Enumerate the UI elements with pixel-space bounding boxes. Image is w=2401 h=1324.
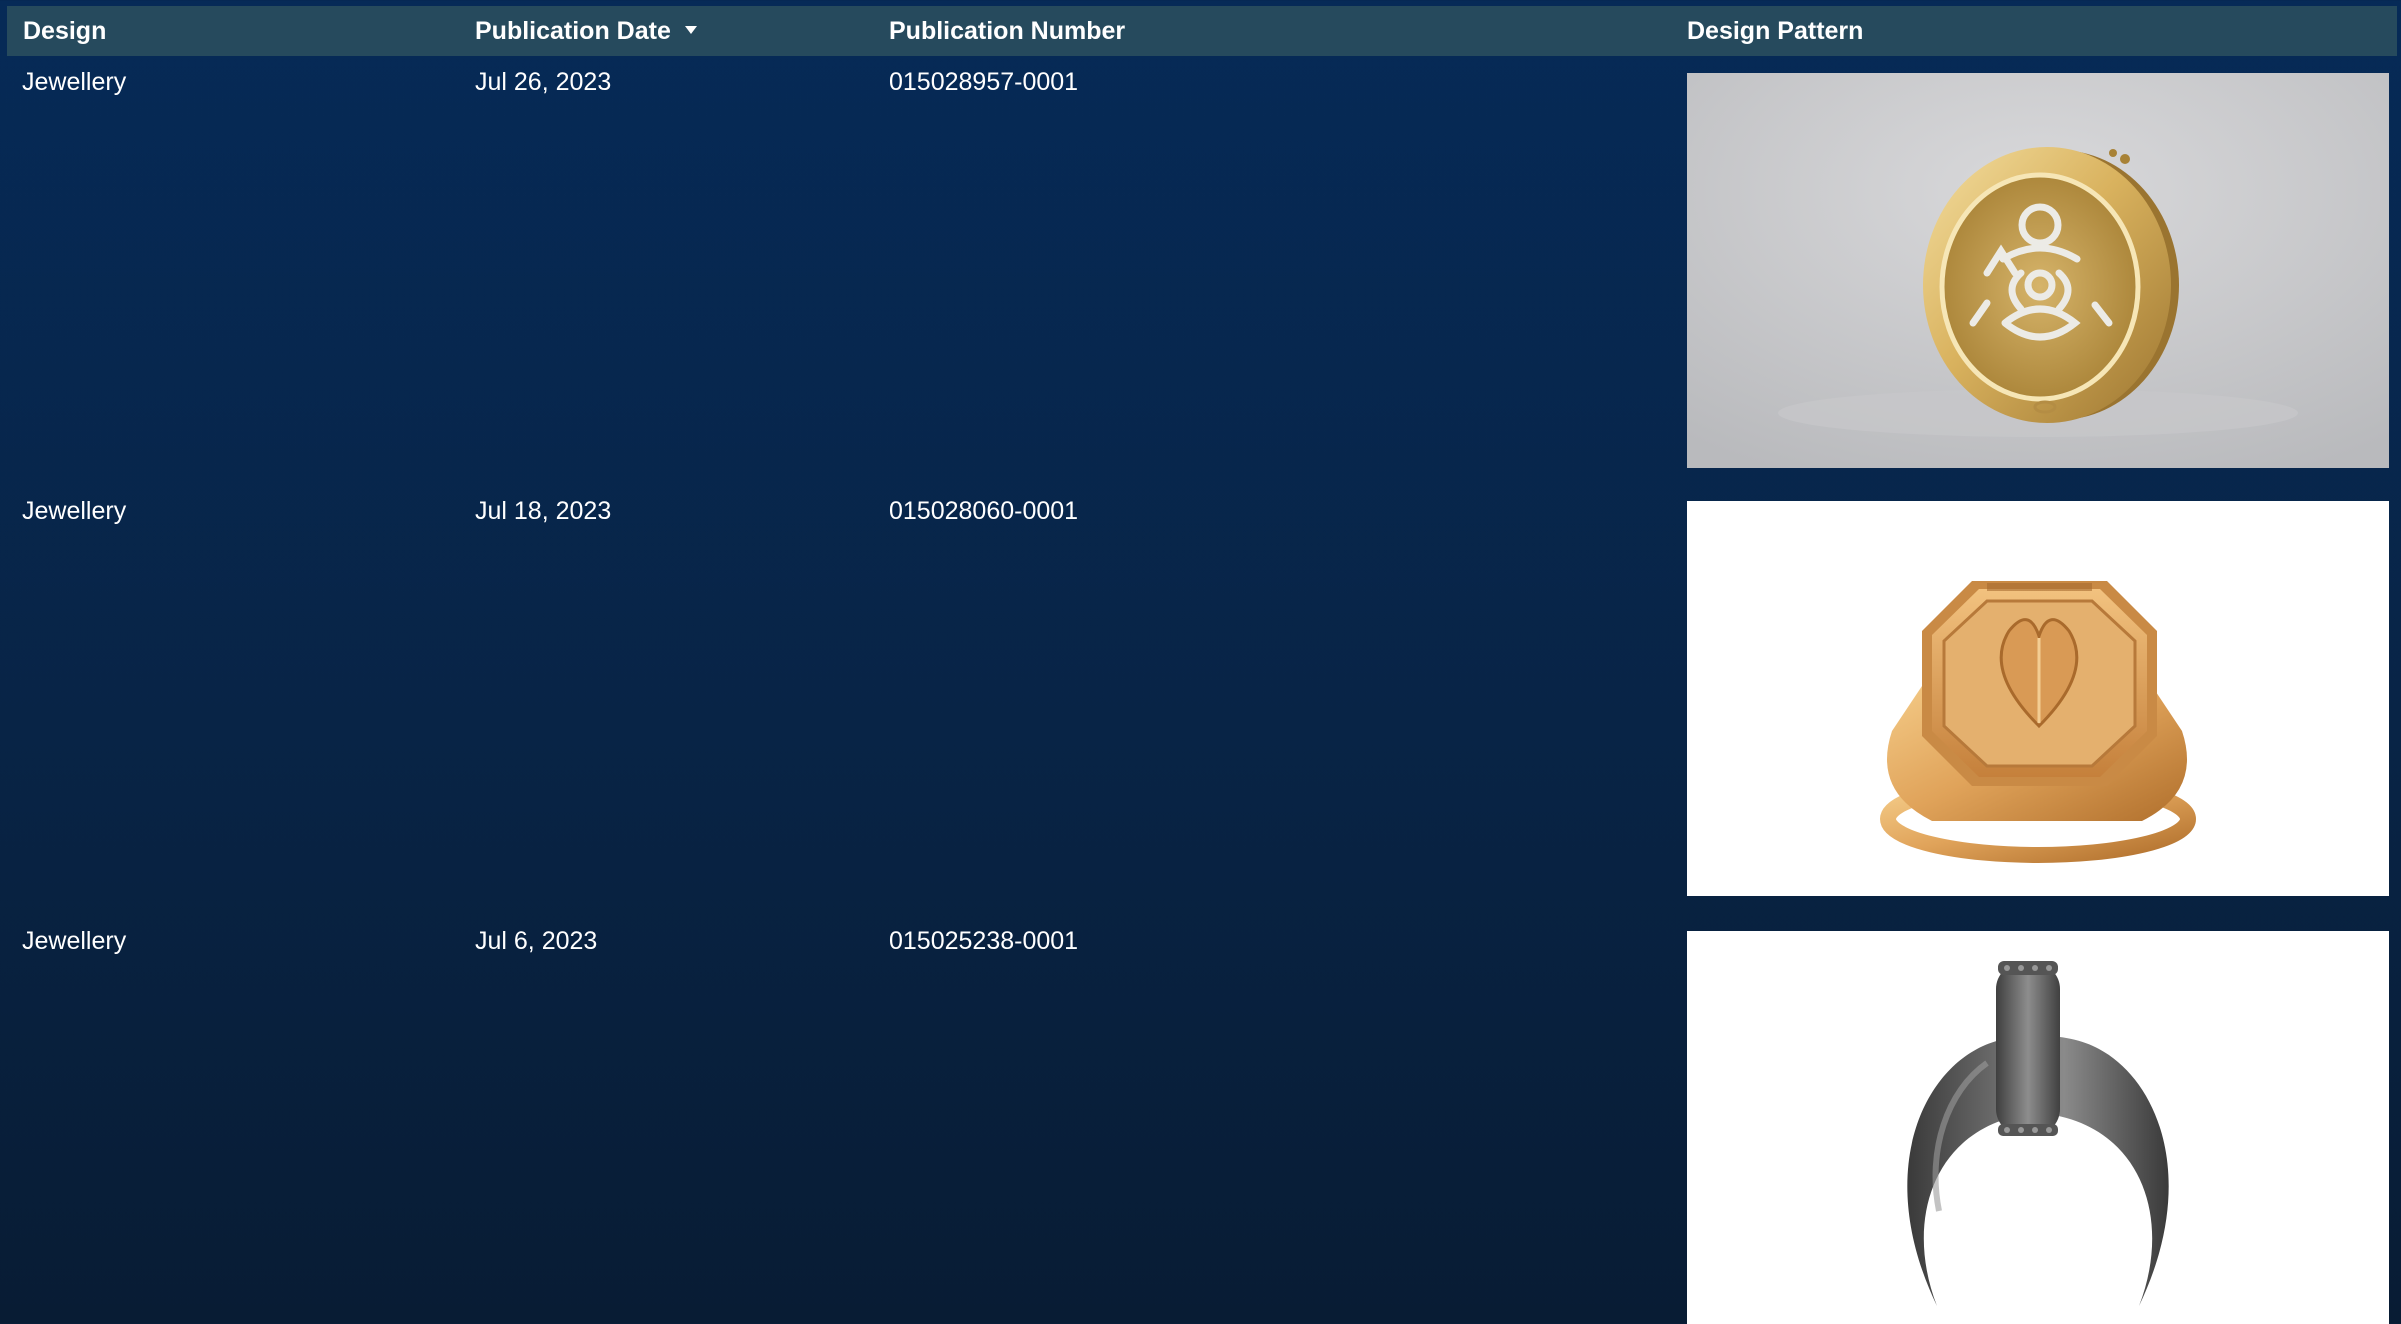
column-header-publication-number[interactable]: Publication Number [889, 6, 1125, 56]
table-header: Design Publication Date Publication Numb… [7, 6, 2397, 56]
design-cell: Jewellery [22, 927, 127, 955]
column-header-design[interactable]: Design [23, 6, 106, 56]
publication-number-cell[interactable]: 015028060-0001 [889, 497, 1078, 526]
gold-heart-signet-ring-image [1687, 501, 2389, 896]
design-cell: Jewellery [22, 497, 127, 525]
table-row[interactable]: Jewellery Jul 26, 2023 015028957-0001 [0, 66, 2401, 468]
publication-number-cell[interactable]: 015028957-0001 [889, 68, 1078, 97]
design-cell: Jewellery [22, 68, 127, 96]
dark-crescent-horn-pendant-image [1687, 931, 2389, 1324]
publication-date-cell: Jul 6, 2023 [475, 927, 598, 955]
column-header-design-pattern[interactable]: Design Pattern [1687, 6, 1863, 56]
column-header-publication-date[interactable]: Publication Date [475, 6, 697, 56]
publication-date-cell: Jul 26, 2023 [475, 68, 612, 96]
gold-round-seal-pendant-image [1687, 73, 2389, 468]
table-row[interactable]: Jewellery Jul 6, 2023 015025238-0001 [0, 925, 2401, 1324]
publication-number-cell[interactable]: 015025238-0001 [889, 927, 1078, 956]
sort-descending-icon [684, 26, 697, 35]
design-pattern-image[interactable] [1687, 931, 2389, 1324]
publication-date-cell: Jul 18, 2023 [475, 497, 612, 525]
design-pattern-image[interactable] [1687, 73, 2389, 468]
table-row[interactable]: Jewellery Jul 18, 2023 015028060-0001 [0, 495, 2401, 896]
column-header-publication-date-label: Publication Date [475, 17, 671, 45]
results-table: Design Publication Date Publication Numb… [0, 0, 2401, 1324]
design-pattern-image[interactable] [1687, 501, 2389, 896]
